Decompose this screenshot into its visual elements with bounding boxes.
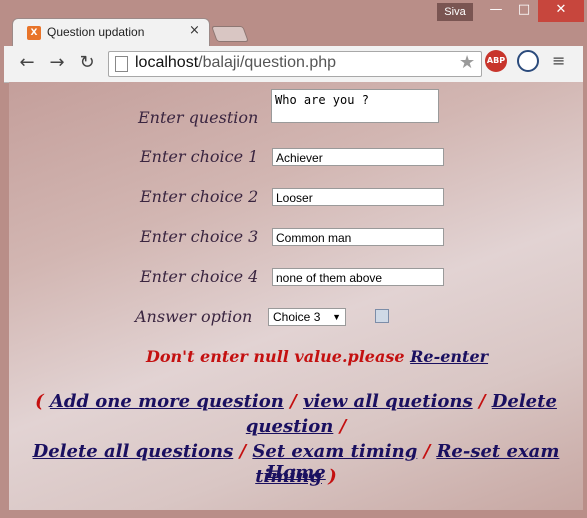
choice4-label: Enter choice 4 [140,267,259,286]
menu-icon[interactable]: ≡ [552,51,565,71]
re-enter-link[interactable]: Re-enter [410,347,488,366]
separator: / [423,441,431,462]
back-icon[interactable]: ← [16,52,38,74]
error-message-line: Don't enter null value.please Re-enter [146,347,488,366]
browser-toolbar: ← → ↻ localhost/balaji/question.php ★ AB… [4,46,583,83]
extension-compass-icon[interactable] [517,50,539,72]
tab-title: Question updation [47,25,145,39]
page-content: Enter question Who are you ? Enter choic… [9,82,583,510]
links-row-1: ( Add one more question / view all queti… [9,389,583,439]
answer-label: Answer option [135,307,253,326]
choice2-input[interactable]: Looser [272,188,444,206]
separator: / [478,391,486,412]
minimize-button[interactable]: — [482,0,510,22]
separator: / [239,441,247,462]
new-tab-button[interactable] [211,26,249,42]
forward-icon[interactable]: → [46,52,68,74]
reload-icon[interactable]: ↻ [76,52,98,74]
open-paren: ( [35,391,44,412]
home-link[interactable]: Home [266,462,326,483]
url-host: localhost [135,54,199,71]
question-textarea[interactable]: Who are you ? [271,89,439,123]
page-icon [115,56,128,72]
user-badge: Siva [437,3,473,21]
separator: / [290,391,297,412]
choice3-input[interactable]: Common man [272,228,444,246]
view-all-questions-link[interactable]: view all quetions [303,391,473,412]
choice1-label: Enter choice 1 [140,147,259,166]
choice4-input[interactable]: none of them above [272,268,444,286]
broken-image-icon[interactable] [375,309,389,323]
xampp-favicon-icon: X [27,26,41,40]
close-window-button[interactable]: ✕ [538,0,584,22]
bookmark-star-icon[interactable]: ★ [459,52,475,73]
choice2-label: Enter choice 2 [140,187,259,206]
maximize-button[interactable]: □ [510,0,538,22]
url-text[interactable]: localhost/balaji/question.php [135,54,336,72]
choice3-label: Enter choice 3 [140,227,259,246]
question-label: Enter question [138,108,259,127]
title-bar: Siva — □ ✕ X Question updation × [0,0,587,47]
choice1-input[interactable]: Achiever [272,148,444,166]
delete-all-questions-link[interactable]: Delete all questions [33,441,234,462]
tab-close-icon[interactable]: × [189,23,200,38]
set-exam-timing-link[interactable]: Set exam timing [252,441,417,462]
home-link-row: Home [9,460,583,485]
chevron-down-icon: ▼ [332,312,341,322]
adblock-plus-icon[interactable]: ABP [485,50,507,72]
address-bar[interactable]: localhost/balaji/question.php ★ [108,51,482,77]
url-path: /balaji/question.php [198,54,337,71]
answer-selected-value: Choice 3 [273,310,321,324]
add-question-link[interactable]: Add one more question [50,391,284,412]
error-message: Don't enter null value.please [146,347,405,366]
browser-tab[interactable]: X Question updation × [12,18,210,47]
browser-window: Siva — □ ✕ X Question updation × ← → ↻ l… [0,0,587,518]
separator: / [339,416,347,437]
answer-select[interactable]: Choice 3 ▼ [268,308,346,326]
